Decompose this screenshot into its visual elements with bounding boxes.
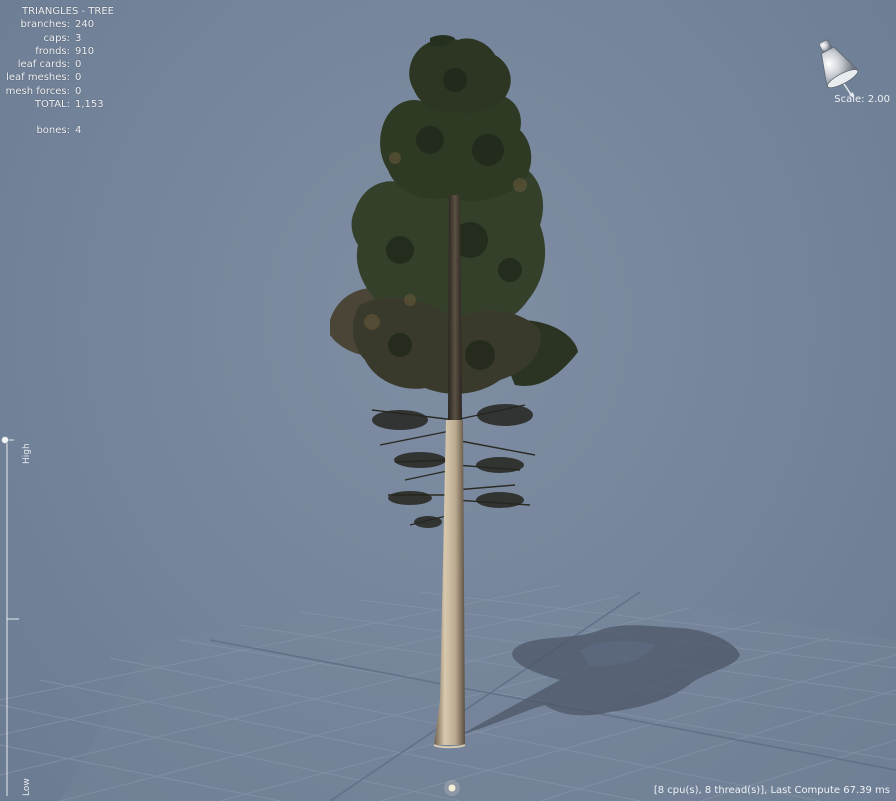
stats-row-leaf-meshes: leaf meshes: 0 xyxy=(6,72,82,84)
scale-readout: Scale: 2.00 xyxy=(834,94,890,105)
lod-low-label: Low xyxy=(22,778,32,796)
stats-title: TRIANGLES - TREE xyxy=(22,6,114,17)
compute-status: [8 cpu(s), 8 thread(s)], Last Compute 67… xyxy=(653,785,890,796)
stats-row-fronds: fronds: 910 xyxy=(35,45,95,57)
stats-row-total: TOTAL: 1,153 xyxy=(34,99,104,111)
triangle-stats-panel: TRIANGLES - TREE branches: 240 caps: 3 fro… xyxy=(0,5,114,138)
3d-viewport[interactable]: TRIANGLES - TREE branches: 240 caps: 3 fro… xyxy=(0,0,896,801)
stats-row-leaf-cards: leaf cards: 0 xyxy=(17,59,82,71)
lod-slider[interactable]: High Low xyxy=(0,436,40,798)
lod-high-label: High xyxy=(22,443,32,464)
scene-render xyxy=(0,35,896,801)
stats-row-caps: caps: 3 xyxy=(43,32,82,44)
stats-row-mesh-forces: mesh forces: 0 xyxy=(5,85,82,97)
stats-row-bones: bones: 4 xyxy=(36,125,82,137)
stats-row-branches: branches: 240 xyxy=(20,19,95,31)
light-direction-icon[interactable] xyxy=(808,34,864,100)
lod-slider-track[interactable] xyxy=(0,436,40,798)
lod-slider-handle[interactable] xyxy=(1,436,9,444)
